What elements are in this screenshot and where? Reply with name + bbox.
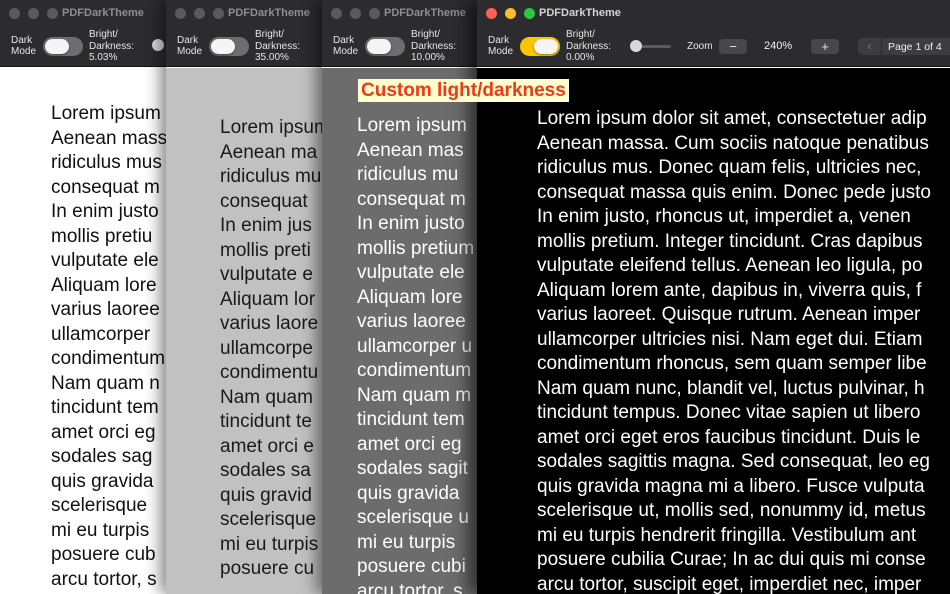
close-button[interactable] [486,8,497,19]
window-title: PDFDarkTheme [228,7,310,19]
dark-mode-label: Dark Mode [177,35,203,57]
brightness-label: Bright/ Darkness: [566,29,612,52]
zoom-label: Zoom [687,41,713,52]
window-controls [175,8,224,19]
dark-mode-toggle[interactable] [209,37,249,56]
minimize-button[interactable] [505,8,516,19]
toggle-knob [534,39,558,54]
zoom-window-button[interactable] [213,8,224,19]
brightness-value: 35.00% [255,52,289,63]
dark-mode-toggle[interactable] [520,37,560,56]
toolbar: PDFDarkTheme Dark Mode Bright/ Darkness:… [477,0,950,67]
dark-mode-label: Dark Mode [488,35,514,57]
toggle-knob [367,39,391,54]
zoom-window-button[interactable] [369,8,380,19]
dark-mode-toggle[interactable] [43,37,83,56]
previous-page-button[interactable]: ‹ [858,38,882,55]
toggle-knob [211,39,235,54]
window-controls [486,8,535,19]
zoom-in-button[interactable]: + [811,39,839,54]
window-title: PDFDarkTheme [384,7,466,19]
brightness-label: Bright/ Darkness: [411,29,457,52]
zoom-window-button[interactable] [47,8,58,19]
close-button[interactable] [175,8,186,19]
pdf-page: Lorem ipsum dolor sit amet, consectetuer… [477,68,950,594]
minimize-button[interactable] [28,8,39,19]
window-controls [331,8,380,19]
brightness-label: Bright/ Darkness: [89,29,135,52]
zoom-value: 240% [764,40,793,52]
zoom-window-button[interactable] [524,8,535,19]
window-title: PDFDarkTheme [539,7,621,19]
minimize-button[interactable] [194,8,205,19]
custom-brightness-callout: Custom light/darkness [358,79,569,102]
pdf-text: Lorem ipsum dolor sit amet, consectetuer… [537,108,931,594]
dark-mode-toggle[interactable] [365,37,405,56]
toggle-knob [45,39,69,54]
close-button[interactable] [331,8,342,19]
window-controls [9,8,58,19]
page-indicator: Page 1 of 4 [888,41,942,53]
dark-mode-label: Dark Mode [333,35,359,57]
close-button[interactable] [9,8,20,19]
brightness-slider-knob[interactable] [152,39,164,51]
pdf-page: Lorem ipsum Aenean massa ridiculus mus c… [0,68,190,594]
brightness-value: 10.00% [411,52,445,63]
window-1: PDFDarkTheme Dark Mode Bright/ Darkness:… [0,0,190,594]
toolbar: PDFDarkTheme Dark Mode Bright/ Darkness:… [0,0,190,67]
brightness-label: Bright/ Darkness: [255,29,301,52]
minimize-button[interactable] [350,8,361,19]
brightness-value: 5.03% [89,52,118,63]
zoom-out-button[interactable]: − [719,39,747,54]
page-navigation: ‹ Page 1 of 4 [858,38,950,55]
brightness-slider-knob[interactable] [630,40,642,52]
brightness-value: 0.00% [566,52,595,63]
window-title: PDFDarkTheme [62,7,144,19]
dark-mode-label: Dark Mode [11,35,37,57]
